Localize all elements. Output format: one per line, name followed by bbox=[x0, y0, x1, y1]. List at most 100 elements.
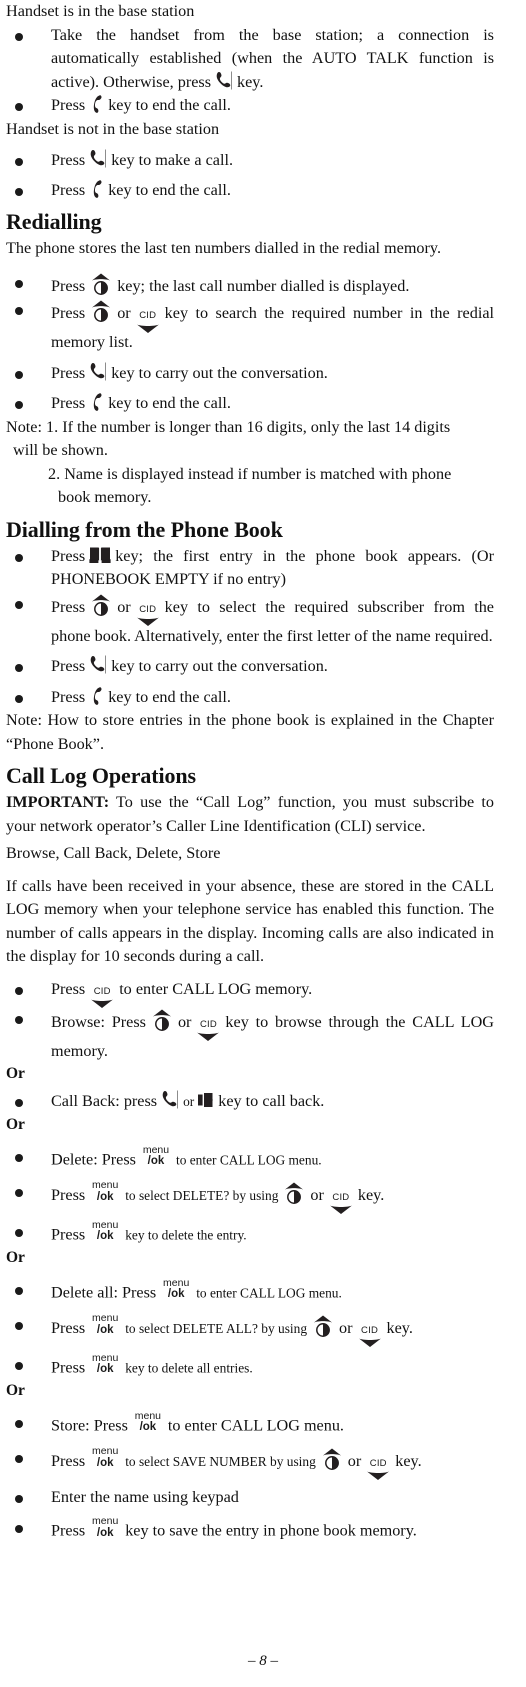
bullet-text-cont: key to end the call. bbox=[108, 180, 231, 199]
bullet-text: Press bbox=[51, 96, 86, 114]
talk-handset-icon bbox=[160, 1090, 180, 1109]
ok-label: /ok bbox=[167, 1288, 185, 1300]
menu-label: menu bbox=[92, 1179, 119, 1191]
call-log-store-list: Store: Press menu/ok to enter CALL LOG men… bbox=[6, 1410, 494, 1544]
bullet-text-cont: key. bbox=[237, 72, 264, 91]
redialling-note-2: 2. Name is displayed instead if number i… bbox=[48, 464, 452, 483]
bullet-text-cont: key to delete the entry. bbox=[125, 1227, 247, 1242]
cid-down-key-icon: CID bbox=[327, 1191, 355, 1218]
bullet-text-mid2: or bbox=[310, 1185, 324, 1204]
bullet-text-cont: key to call back. bbox=[218, 1092, 325, 1110]
bullet-text: Call Back: press bbox=[51, 1092, 158, 1110]
list-item: Press key to end the call. bbox=[6, 686, 494, 710]
menu-ok-key-icon: menu/ok bbox=[139, 1143, 173, 1168]
bullet-text-cont: key to end the call. bbox=[108, 96, 231, 114]
bullet-text: Press bbox=[51, 394, 86, 412]
redialling-list: Press key; the last call number dialled i… bbox=[6, 271, 494, 416]
handset-not-in-base-heading: Handset is not in the base station bbox=[6, 119, 220, 138]
menu-label: menu bbox=[142, 1143, 170, 1156]
bullet-text: Press bbox=[51, 597, 86, 616]
cid-label: CID bbox=[332, 1191, 350, 1203]
up-redial-key-icon bbox=[88, 271, 114, 295]
call-log-intro: If calls have been received in your abse… bbox=[6, 876, 494, 966]
list-item: Press menu/ok to select SAVE NUMBER by usi… bbox=[6, 1446, 494, 1480]
end-call-handset-icon bbox=[88, 179, 105, 198]
handset-in-base-list: Take the handset from the base station; … bbox=[6, 24, 494, 118]
cid-label: CID bbox=[139, 603, 157, 615]
or-separator: Or bbox=[6, 1381, 25, 1399]
ok-label: /ok bbox=[96, 1526, 114, 1539]
bullet-text-cont: to enter CALL LOG menu. bbox=[175, 1152, 322, 1167]
menu-label: menu bbox=[92, 1351, 119, 1364]
bullet-text-mid: or bbox=[117, 304, 131, 322]
cid-down-key-icon: CID bbox=[134, 603, 162, 630]
bullet-text-mid1: to select DELETE ALL? by using bbox=[125, 1320, 308, 1336]
menu-ok-key-icon: menu/ok bbox=[88, 1180, 122, 1203]
bullet-text-cont: key to carry out the conversation. bbox=[111, 657, 328, 675]
bullet-text: Browse: Press bbox=[51, 1012, 146, 1031]
bullet-text-mid: or bbox=[117, 597, 131, 616]
bullet-text-cont: key to save the entry in phone book memo… bbox=[125, 1521, 417, 1540]
cid-down-key-icon: CID bbox=[356, 1324, 384, 1351]
up-redial-key-icon bbox=[149, 1007, 175, 1031]
end-call-handset-icon bbox=[88, 686, 105, 705]
bullet-text: Press bbox=[51, 180, 86, 199]
or-separator: Or bbox=[6, 1065, 25, 1082]
call-log-subtitle: Browse, Call Back, Delete, Store bbox=[6, 844, 221, 862]
bullet-text: Delete all: Press bbox=[51, 1283, 157, 1301]
cid-label: CID bbox=[361, 1324, 379, 1336]
bullet-text-cont: to enter CALL LOG menu. bbox=[196, 1285, 342, 1300]
bullet-text: Press bbox=[51, 1451, 86, 1470]
menu-ok-key-icon: menu/ok bbox=[159, 1277, 193, 1301]
or-separator: Or bbox=[6, 1248, 25, 1266]
bullet-text: Press bbox=[51, 687, 86, 706]
up-redial-key-icon bbox=[281, 1180, 307, 1204]
menu-label: menu bbox=[92, 1515, 119, 1527]
bullet-text-cont: key to end the call. bbox=[108, 687, 231, 706]
bullet-text: Press bbox=[51, 276, 86, 295]
list-item: Press menu/ok to select DELETE ALL? by usi… bbox=[6, 1313, 494, 1347]
bullet-text: Press bbox=[51, 363, 86, 382]
list-item: Press key to end the call. bbox=[6, 179, 494, 203]
bullet-text-mid2: or bbox=[339, 1318, 353, 1337]
or-separator: Or bbox=[6, 1115, 25, 1133]
menu-label: menu bbox=[92, 1445, 119, 1457]
end-call-handset-icon bbox=[88, 94, 105, 113]
list-item: Press key to end the call. bbox=[6, 94, 494, 118]
redialling-note-1: Note: 1. If the number is longer than 16… bbox=[6, 417, 451, 436]
ok-label: /ok bbox=[96, 1230, 114, 1242]
bullet-text: Delete: Press bbox=[51, 1150, 136, 1168]
bullet-text-cont: key. bbox=[395, 1451, 422, 1470]
cid-label: CID bbox=[93, 985, 111, 997]
call-log-browse-list: Press CID to enter CALL LOG memory. Browse… bbox=[6, 978, 494, 1064]
bullet-text-cont: key. bbox=[357, 1185, 385, 1204]
cid-down-key-icon: CID bbox=[134, 311, 162, 336]
list-item: Call Back: press or key to call back. bbox=[6, 1090, 494, 1114]
cid-down-key-icon: CID bbox=[364, 1458, 392, 1484]
redialling-note-1-cont: will be shown. bbox=[13, 441, 108, 459]
talk-handset-icon bbox=[88, 149, 108, 168]
bullet-text: Take the handset from the base station; … bbox=[51, 25, 494, 91]
list-item: Press key to carry out the conversation. bbox=[6, 362, 494, 386]
bullet-text: Enter the name using keypad bbox=[51, 1487, 239, 1506]
cid-label: CID bbox=[139, 310, 157, 321]
menu-ok-key-icon: menu/ok bbox=[88, 1446, 122, 1469]
bullet-text-cont: key. bbox=[386, 1318, 413, 1337]
section-heading-dialling-phone-book: Dialling from the Phone Book bbox=[6, 516, 283, 542]
handset-in-base-heading: Handset is in the base station bbox=[6, 2, 195, 20]
bullet-text-cont: to enter CALL LOG menu. bbox=[167, 1416, 344, 1434]
menu-ok-key-icon: menu/ok bbox=[88, 1313, 122, 1336]
ok-label: /ok bbox=[96, 1323, 114, 1336]
section-heading-call-log: Call Log Operations bbox=[6, 763, 196, 788]
bullet-text-mid1: to select SAVE NUMBER by using bbox=[125, 1453, 316, 1469]
list-item: Take the handset from the base station; … bbox=[6, 24, 494, 95]
important-label: IMPORTANT: bbox=[6, 793, 110, 811]
bullet-text-cont: key to delete all entries. bbox=[125, 1360, 253, 1375]
end-call-handset-icon bbox=[88, 392, 105, 411]
menu-ok-key-icon: menu/ok bbox=[88, 1219, 122, 1243]
bullet-text-mid1: to select DELETE? by using bbox=[125, 1187, 279, 1203]
list-item: Enter the name using keypad bbox=[6, 1486, 494, 1510]
ok-label: /ok bbox=[147, 1155, 165, 1167]
bullet-text: Press bbox=[51, 1521, 86, 1540]
call-log-delete-all-list: Delete all: Press menu/ok to enter CALL LO… bbox=[6, 1277, 494, 1380]
